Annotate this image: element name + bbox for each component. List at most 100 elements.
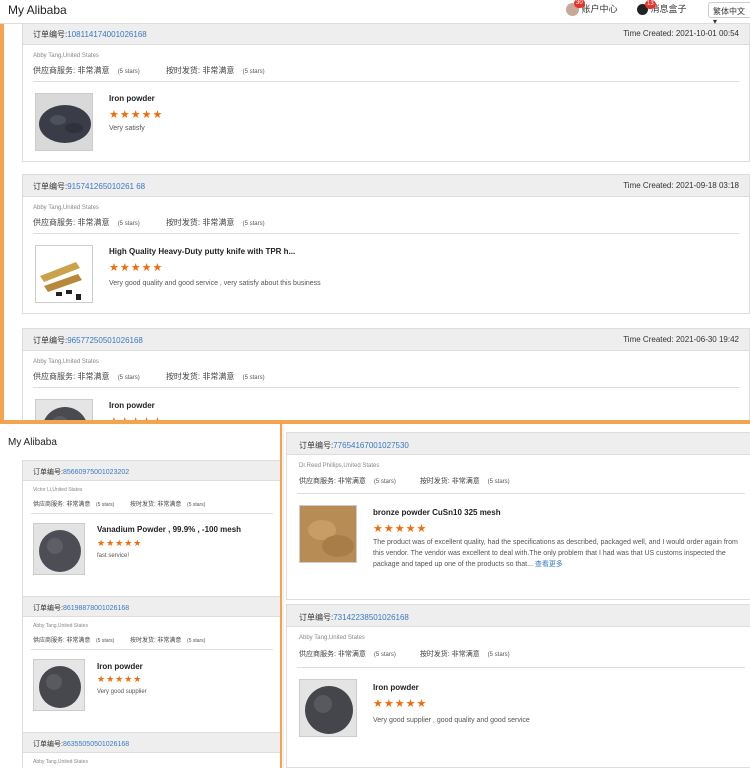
ontime-stars-text: (5 stars): [487, 479, 510, 485]
product-name[interactable]: Iron powder: [97, 662, 143, 671]
order-label: 订单编号:: [33, 182, 68, 191]
card-header: 订单编号:86198878001026168: [23, 597, 280, 617]
review-text: Very satisfy: [109, 125, 145, 132]
product-image[interactable]: [299, 505, 357, 563]
card-header: 订单编号:96577250501026168 Time Created: 202…: [23, 329, 749, 351]
product-image[interactable]: [35, 245, 93, 303]
ontime-stars-text: (5 stars): [187, 502, 206, 508]
top-screenshot-panel: My Alibaba 30 账户中心 13 消息盒子 繁体中文 ▾ 订单编号:1…: [0, 0, 750, 424]
product-name[interactable]: Iron powder: [109, 401, 155, 410]
time-created: Time Created: 2021-09-18 03:18: [623, 181, 739, 190]
supplier-service-rating: 供应商服务: 非常满意: [33, 218, 110, 227]
order-label: 订单编号:: [33, 469, 63, 476]
order-label: 订单编号:: [33, 336, 68, 345]
page-title: My Alibaba: [8, 3, 67, 17]
ontime-rating: 按时发货: 非常满意: [165, 218, 235, 227]
vanadium-powder-image: [34, 524, 84, 574]
product-image[interactable]: [299, 679, 357, 737]
review-card: 订单编号:85660975001023202 Victor Li,United …: [22, 460, 280, 610]
supplier-stars-text: (5 stars): [373, 479, 396, 485]
product-name[interactable]: Vanadium Powder , 99.9% , -100 mesh: [97, 525, 241, 534]
rating-row: 供应商服务: 非常满意 (5 stars) 按时发货: 非常满意 (5 star…: [33, 65, 265, 76]
supplier-service-rating: 供应商服务: 非常满意: [299, 651, 366, 658]
rating-row: 供应商服务: 非常满意 (5 stars) 按时发货: 非常满意 (5 star…: [299, 476, 510, 486]
review-card: 订单编号:77654167001027530 Dr.Reed Phillips,…: [286, 432, 750, 600]
avatar: 30: [566, 0, 585, 17]
rating-row: 供应商服务: 非常满意 (5 stars) 按时发货: 非常满意 (5 star…: [33, 217, 265, 228]
supplier-stars-text: (5 stars): [96, 502, 115, 508]
product-image[interactable]: [33, 659, 85, 711]
ontime-rating: 按时发货: 非常满意: [419, 478, 480, 485]
order-number-link[interactable]: 86198878001026168: [63, 605, 129, 612]
time-created: Time Created: 2021-10-01 00:54: [623, 29, 739, 38]
ontime-stars-text: (5 stars): [242, 221, 265, 227]
buyer-name: Abby Tang,United States: [299, 635, 365, 641]
ontime-stars-text: (5 stars): [487, 652, 510, 658]
order-label: 订单编号:: [33, 741, 63, 748]
order-label: 订单编号:: [299, 613, 334, 622]
product-name[interactable]: High Quality Heavy-Duty putty knife with…: [109, 247, 295, 256]
rating-row: 供应商服务: 非常满意 (5 stars) 按时发货: 非常满意 (5 star…: [299, 649, 510, 659]
product-name[interactable]: bronze powder CuSn10 325 mesh: [373, 508, 501, 517]
account-center-link[interactable]: 30 账户中心: [566, 0, 618, 17]
divider: [31, 649, 273, 650]
supplier-stars-text: (5 stars): [373, 652, 396, 658]
order-number-link[interactable]: 85660975001023202: [63, 469, 129, 476]
product-name[interactable]: Iron powder: [373, 683, 419, 692]
star-rating: ★★★★★: [373, 698, 428, 710]
product-image[interactable]: [33, 523, 85, 575]
ontime-rating: 按时发货: 非常满意: [165, 372, 235, 381]
order-label: 订单编号:: [33, 605, 63, 612]
left-screenshot-panel: My Alibaba 订单编号:85660975001023202 Victor…: [0, 424, 282, 768]
product-name[interactable]: Iron powder: [109, 94, 155, 103]
buyer-name: Dr.Reed Phillips,United States: [299, 463, 380, 469]
language-select[interactable]: 繁体中文 ▾: [708, 2, 750, 26]
review-text: Very good supplier: [97, 689, 147, 695]
right-screenshot-panel: 订单编号:77654167001027530 Dr.Reed Phillips,…: [284, 424, 750, 768]
buyer-name: Abby Tang,United States: [33, 359, 99, 365]
message-box-label: 消息盒子: [650, 4, 687, 14]
review-card: 订单编号:86355050501026168 Abby Tang,United …: [22, 732, 280, 768]
iron-powder-image: [300, 680, 356, 736]
rating-row: 供应商服务: 非常满意 (5 stars) 按时发货: 非常满意 (5 star…: [33, 635, 205, 644]
review-card: 订单编号:108114174001026168 Time Created: 20…: [22, 22, 750, 162]
account-center-label: 账户中心: [581, 4, 618, 14]
message-icon: 13: [637, 0, 656, 16]
order-number-link[interactable]: 73142238501026168: [333, 613, 409, 622]
supplier-stars-text: (5 stars): [117, 221, 140, 227]
order-number-link[interactable]: 108114174001026168: [67, 30, 147, 39]
order-number-link[interactable]: 96577250501026168: [67, 336, 143, 345]
divider: [297, 667, 745, 668]
buyer-name: Abby Tang,United States: [33, 205, 99, 211]
supplier-service-rating: 供应商服务: 非常满意: [299, 478, 366, 485]
view-more-link[interactable]: 查看更多: [535, 561, 563, 568]
divider: [297, 493, 745, 494]
divider: [33, 233, 739, 234]
top-bar: My Alibaba 30 账户中心 13 消息盒子 繁体中文 ▾: [0, 0, 750, 26]
review-text: fast service!: [97, 553, 130, 559]
order-label: 订单编号:: [33, 30, 68, 39]
iron-powder-image: [36, 94, 92, 150]
order-number-link[interactable]: 86355050501026168: [63, 741, 129, 748]
card-header: 订单编号:86355050501026168: [23, 733, 280, 753]
order-number-link[interactable]: 77654167001027530: [333, 441, 409, 450]
message-badge: 13: [645, 0, 656, 10]
message-box-link[interactable]: 13 消息盒子: [637, 0, 687, 16]
ontime-rating: 按时发货: 非常满意: [130, 502, 182, 508]
product-image[interactable]: [35, 93, 93, 151]
ontime-stars-text: (5 stars): [242, 69, 265, 75]
star-rating: ★★★★★: [97, 674, 143, 684]
supplier-service-rating: 供应商服务: 非常满意: [33, 372, 110, 381]
ontime-stars-text: (5 stars): [242, 375, 265, 381]
order-number-link[interactable]: 915741265010261 68: [67, 182, 145, 191]
iron-powder-image: [34, 660, 84, 710]
ontime-stars-text: (5 stars): [187, 638, 206, 644]
card-header: 订单编号:77654167001027530: [287, 433, 750, 455]
divider: [33, 387, 739, 388]
card-header: 订单编号:915741265010261 68 Time Created: 20…: [23, 175, 749, 197]
page-title: My Alibaba: [8, 437, 57, 448]
divider: [31, 513, 273, 514]
review-card: 订单编号:73142238501026168 Abby Tang,United …: [286, 604, 750, 768]
highlight-border: [0, 24, 4, 424]
ontime-rating: 按时发货: 非常满意: [165, 66, 235, 75]
